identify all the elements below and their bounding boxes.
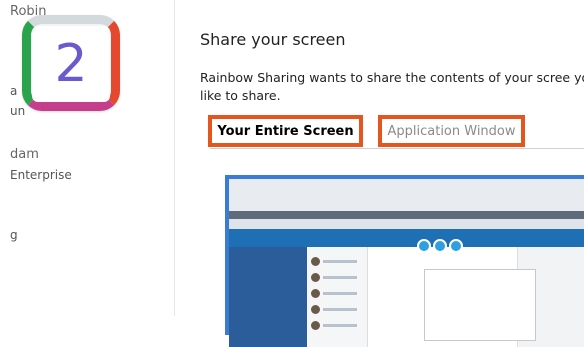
tab-label: Application Window [387, 123, 516, 139]
preview-list-item [311, 273, 361, 283]
share-screen-dialog: Share your screen Rainbow Sharing wants … [175, 0, 584, 347]
preview-dark-panel [229, 247, 307, 347]
preview-browser-tabs [229, 219, 584, 229]
dialog-title: Share your screen [200, 30, 346, 49]
avatar [311, 321, 320, 330]
preview-list-item [311, 321, 361, 331]
tab-your-entire-screen[interactable]: Your Entire Screen [208, 115, 363, 147]
step-number: 2 [54, 34, 88, 94]
tab-application-window[interactable]: Application Window [378, 115, 525, 147]
preview-status-bubbles [417, 239, 481, 253]
preview-list-item [311, 257, 361, 267]
preview-window-titlebar [229, 211, 584, 219]
preview-popup-card [424, 269, 536, 341]
tab-divider [210, 148, 584, 149]
sidebar-text-fragment: un [10, 104, 26, 118]
tab-label: Your Entire Screen [217, 123, 354, 139]
preview-text-line [323, 308, 357, 311]
preview-list-item [311, 305, 361, 315]
status-bubble-icon [433, 239, 447, 253]
preview-text-line [323, 276, 357, 279]
preview-text-line [323, 292, 357, 295]
preview-contact-list [307, 247, 368, 347]
sidebar-contact-company: Enterprise [10, 168, 72, 182]
dialog-description: Rainbow Sharing wants to share the conte… [200, 70, 584, 103]
screen-preview-thumbnail[interactable] [225, 175, 584, 347]
preview-text-line [323, 324, 357, 327]
avatar [311, 273, 320, 282]
avatar [311, 257, 320, 266]
preview-text-line [323, 260, 357, 263]
status-bubble-icon [449, 239, 463, 253]
avatar [311, 289, 320, 298]
preview-app-header [229, 229, 584, 247]
preview-list-item [311, 289, 361, 299]
sidebar-contact-name[interactable]: dam [10, 147, 39, 162]
status-bubble-icon [417, 239, 431, 253]
avatar [311, 305, 320, 314]
sidebar-text-fragment: a [10, 84, 18, 98]
sidebar-text-fragment: g [10, 228, 18, 242]
